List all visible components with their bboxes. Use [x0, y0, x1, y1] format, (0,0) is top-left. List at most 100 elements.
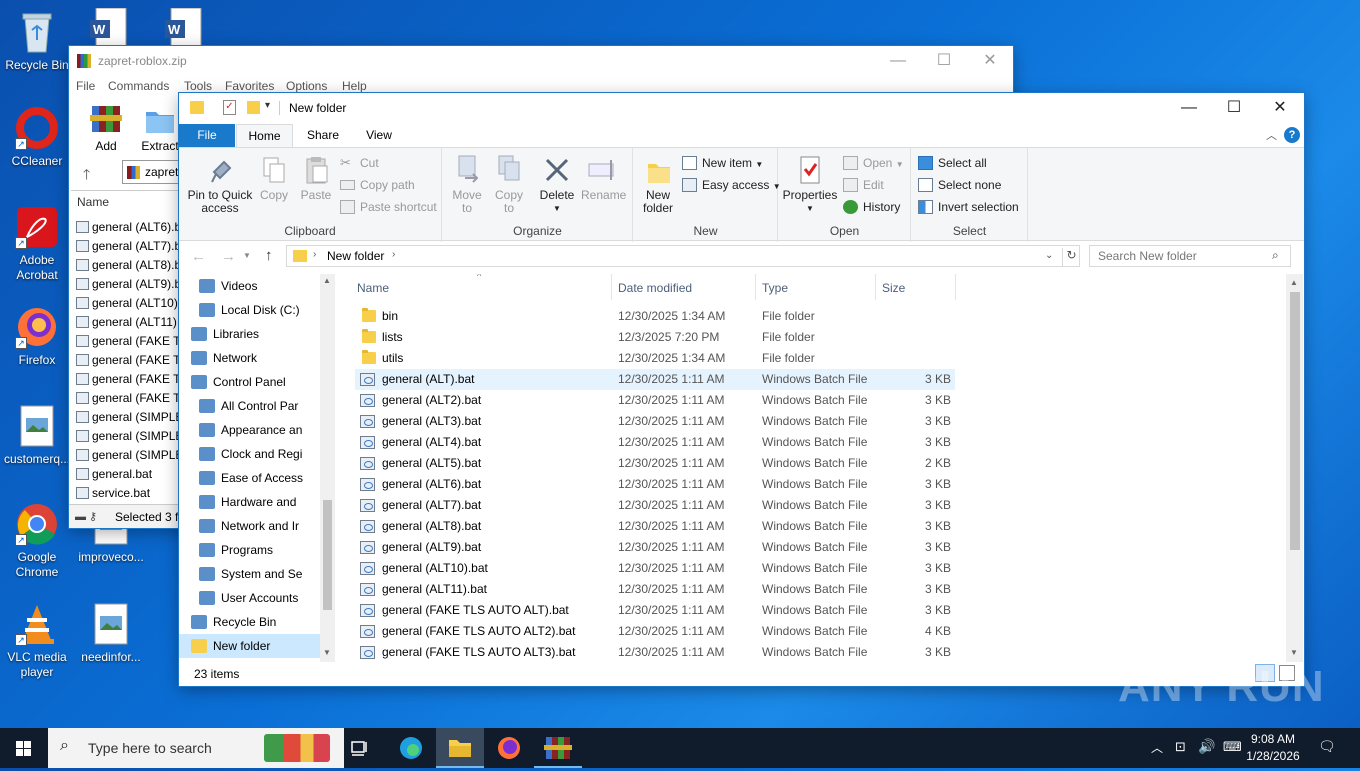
- desktop-icon-vlc[interactable]: ↗ VLC media player: [0, 602, 74, 680]
- properties-dropdown-icon[interactable]: ▼: [781, 202, 839, 215]
- desktop-icon-customerq[interactable]: customerq...: [0, 404, 74, 467]
- winrar-menu-tools[interactable]: Tools: [184, 79, 212, 93]
- help-icon[interactable]: ?: [1284, 127, 1300, 143]
- file-row[interactable]: general (ALT3).bat 12/30/2025 1:11 AM Wind…: [355, 411, 955, 432]
- winrar-add-button[interactable]: Add: [86, 102, 126, 153]
- winrar-maximize-button[interactable]: ☐: [921, 46, 967, 76]
- nav-item[interactable]: Libraries: [179, 322, 320, 346]
- winrar-file-row[interactable]: general (ALT9).bat: [74, 275, 178, 294]
- winrar-file-row[interactable]: general (FAKE TLS: [74, 351, 178, 370]
- taskbar-file-explorer[interactable]: [436, 728, 484, 768]
- file-row[interactable]: general (FAKE TLS AUTO ALT2).bat 12/30/20…: [355, 621, 955, 642]
- file-row[interactable]: general (FAKE TLS AUTO ALT).bat 12/30/202…: [355, 600, 955, 621]
- nav-scrollbar[interactable]: ▲ ▼: [320, 274, 335, 662]
- column-size[interactable]: Size: [882, 281, 905, 295]
- customize-qat-icon[interactable]: ▾: [265, 100, 270, 111]
- winrar-minimize-button[interactable]: —: [875, 46, 921, 76]
- file-row[interactable]: bin 12/30/2025 1:34 AM File folder: [355, 306, 955, 327]
- nav-item[interactable]: Clock and Regi: [179, 442, 320, 466]
- nav-item[interactable]: Ease of Access: [179, 466, 320, 490]
- invert-selection-button[interactable]: Invert selection: [918, 197, 1019, 217]
- volume-icon[interactable]: 🔊: [1198, 738, 1215, 755]
- history-button[interactable]: History: [843, 197, 900, 217]
- winrar-file-row[interactable]: general (FAKE TLS: [74, 370, 178, 389]
- new-item-button[interactable]: New item ▼: [682, 153, 763, 173]
- nav-scroll-thumb[interactable]: [323, 500, 332, 610]
- delete-button[interactable]: Delete ▼: [537, 154, 577, 215]
- explorer-minimize-button[interactable]: —: [1166, 93, 1212, 123]
- copy-button[interactable]: Copy: [255, 154, 293, 202]
- address-text[interactable]: New folder: [327, 249, 384, 263]
- clock[interactable]: 9:08 AM 1/28/2026: [1244, 731, 1302, 765]
- copy-path-button[interactable]: Copy path: [340, 175, 415, 195]
- paste-shortcut-button[interactable]: Paste shortcut: [340, 197, 437, 217]
- open-button[interactable]: Open ▼: [843, 153, 904, 173]
- explorer-close-button[interactable]: ✕: [1257, 93, 1303, 123]
- nav-item[interactable]: Hardware and: [179, 490, 320, 514]
- desktop-icon-google-chrome[interactable]: ↗ Google Chrome: [0, 502, 74, 580]
- nav-item[interactable]: Programs: [179, 538, 320, 562]
- nav-item[interactable]: Network: [179, 346, 320, 370]
- file-row[interactable]: general (ALT4).bat 12/30/2025 1:11 AM Wind…: [355, 432, 955, 453]
- nav-item[interactable]: Network and Ir: [179, 514, 320, 538]
- up-button[interactable]: ↑: [265, 247, 273, 264]
- winrar-path-box[interactable]: zapret: [122, 160, 182, 184]
- desktop-icon-firefox[interactable]: ↗ Firefox: [0, 305, 74, 368]
- notifications-icon[interactable]: 🗨: [1318, 738, 1336, 755]
- file-row[interactable]: utils 12/30/2025 1:34 AM File folder: [355, 348, 955, 369]
- winrar-file-row[interactable]: general (ALT10).bat: [74, 294, 178, 313]
- nav-item[interactable]: Videos: [179, 274, 320, 298]
- winrar-file-row[interactable]: general (ALT11).bat: [74, 313, 178, 332]
- winrar-file-row[interactable]: general (ALT7).bat: [74, 237, 178, 256]
- file-row[interactable]: general (ALT).bat 12/30/2025 1:11 AM Windo…: [355, 369, 955, 390]
- file-row[interactable]: general (ALT8).bat 12/30/2025 1:11 AM Wind…: [355, 516, 955, 537]
- file-row[interactable]: general (FAKE TLS AUTO ALT3).bat 12/30/20…: [355, 642, 955, 662]
- nav-item[interactable]: System and Se: [179, 562, 320, 586]
- winrar-file-row[interactable]: general (SIMPLE: [74, 408, 178, 427]
- files-scroll-up-icon[interactable]: ▲: [1290, 278, 1298, 287]
- column-date[interactable]: Date modified: [618, 281, 692, 295]
- paste-button[interactable]: Paste: [297, 154, 335, 202]
- winrar-column-name[interactable]: Name: [77, 195, 109, 209]
- winrar-extract-button[interactable]: Extract: [139, 102, 181, 153]
- files-scroll-down-icon[interactable]: ▼: [1290, 648, 1298, 657]
- file-row[interactable]: general (ALT9).bat 12/30/2025 1:11 AM Wind…: [355, 537, 955, 558]
- delete-dropdown-icon[interactable]: ▼: [537, 202, 577, 215]
- winrar-file-row[interactable]: general.bat: [74, 465, 178, 484]
- collapse-ribbon-icon[interactable]: ︿: [1266, 127, 1277, 143]
- new-folder-quick-icon[interactable]: [247, 101, 260, 114]
- tab-view[interactable]: View: [353, 124, 405, 147]
- file-row[interactable]: general (ALT5).bat 12/30/2025 1:11 AM Wind…: [355, 453, 955, 474]
- tab-home[interactable]: Home: [236, 124, 293, 148]
- address-bar[interactable]: › New folder › ⌄ ↻: [286, 245, 1080, 267]
- file-row[interactable]: general (ALT11).bat 12/30/2025 1:11 AM Win…: [355, 579, 955, 600]
- taskbar-firefox[interactable]: [485, 728, 533, 768]
- desktop-icon-ccleaner[interactable]: ↗ CCleaner: [0, 106, 74, 169]
- properties-quick-icon[interactable]: ✓: [223, 100, 236, 115]
- file-row[interactable]: general (ALT7).bat 12/30/2025 1:11 AM Wind…: [355, 495, 955, 516]
- start-button[interactable]: [0, 728, 48, 768]
- column-name[interactable]: Name: [357, 281, 389, 295]
- desktop-icon-word-doc-1[interactable]: W: [88, 7, 130, 47]
- desktop-icon-recycle-bin[interactable]: Recycle Bin: [0, 8, 74, 73]
- winrar-up-button[interactable]: 🡑: [83, 164, 90, 188]
- winrar-file-row[interactable]: service.bat: [74, 484, 178, 500]
- files-scrollbar[interactable]: ▲ ▼: [1286, 274, 1303, 662]
- taskbar-search[interactable]: ⌕ Type here to search: [48, 728, 344, 768]
- tab-file[interactable]: File: [179, 124, 235, 147]
- file-row[interactable]: general (ALT6).bat 12/30/2025 1:11 AM Wind…: [355, 474, 955, 495]
- nav-scroll-down-icon[interactable]: ▼: [323, 648, 331, 657]
- refresh-button[interactable]: ↻: [1062, 248, 1080, 266]
- desktop-icon-needinfor[interactable]: needinfor...: [74, 602, 148, 665]
- task-view-button[interactable]: [336, 728, 384, 768]
- taskbar-edge[interactable]: [387, 728, 435, 768]
- winrar-file-row[interactable]: general (ALT6).bat: [74, 218, 178, 237]
- winrar-menu-options[interactable]: Options: [286, 79, 327, 93]
- winrar-menu-commands[interactable]: Commands: [108, 79, 169, 93]
- desktop-icon-word-doc-2[interactable]: W: [163, 7, 205, 47]
- properties-button[interactable]: Properties ▼: [781, 154, 839, 215]
- nav-item[interactable]: New folder: [179, 634, 320, 658]
- ime-icon[interactable]: ⌨: [1223, 739, 1242, 755]
- nav-item[interactable]: Control Panel: [179, 370, 320, 394]
- nav-item[interactable]: Appearance an: [179, 418, 320, 442]
